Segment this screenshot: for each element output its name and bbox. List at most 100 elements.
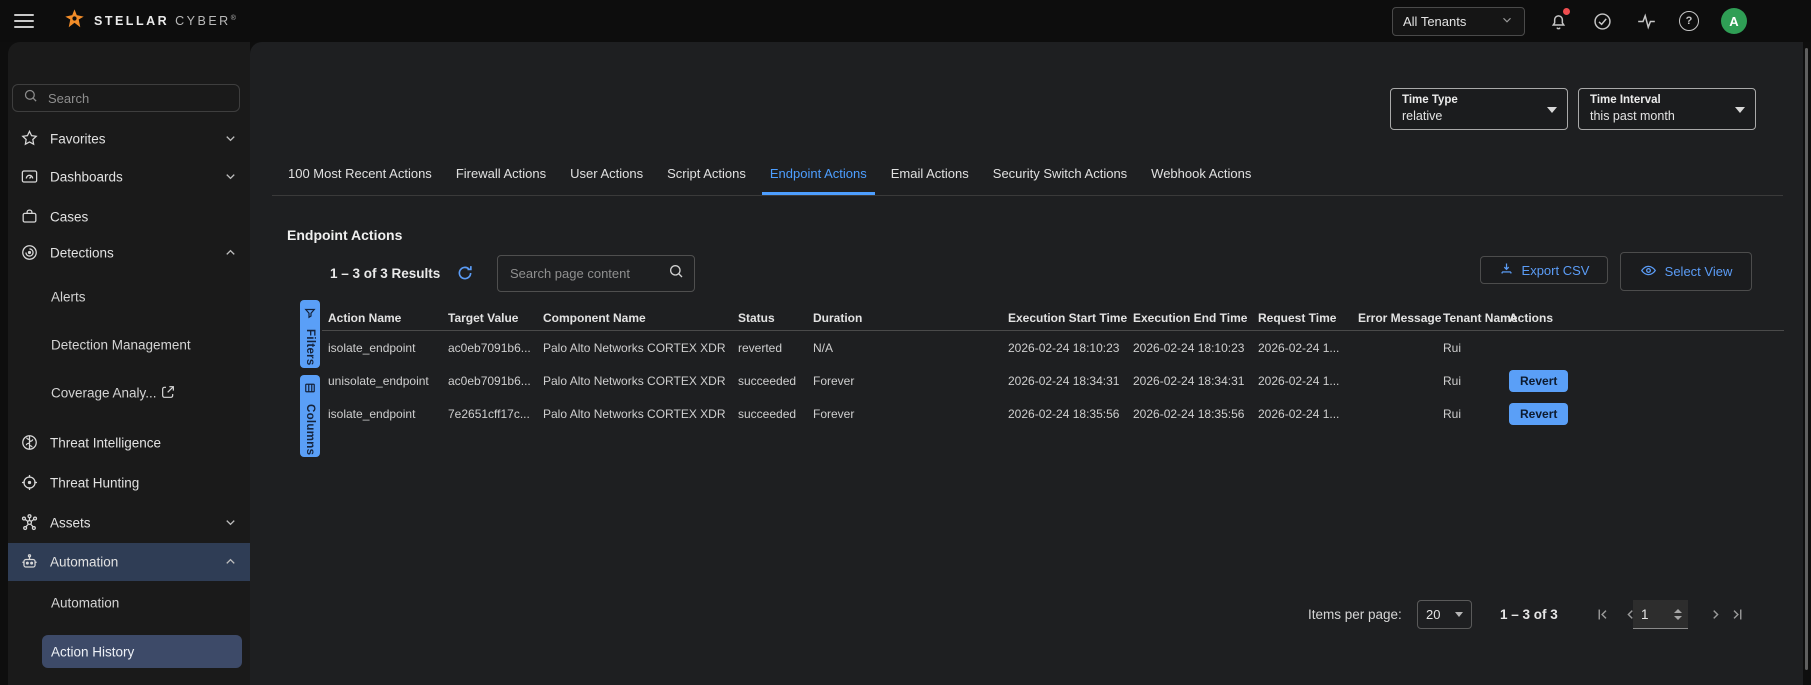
tab-firewall-actions[interactable]: Firewall Actions — [448, 155, 554, 195]
page-content-search-input[interactable] — [508, 265, 660, 282]
col-status[interactable]: Status — [732, 311, 807, 325]
time-interval-select[interactable]: Time Interval this past month — [1578, 88, 1756, 130]
sidebar-item-threat-hunting[interactable]: Threat Hunting — [8, 464, 250, 502]
stellar-star-icon — [64, 8, 85, 34]
col-duration[interactable]: Duration — [807, 311, 1002, 325]
page-title: Endpoint Actions — [287, 227, 402, 243]
sidebar-item-alerts[interactable]: Alerts — [8, 278, 250, 316]
external-link-icon — [160, 384, 176, 405]
last-page-icon[interactable] — [1728, 606, 1745, 623]
main-panel: Time Type relative Time Interval this pa… — [250, 42, 1803, 685]
tenant-selector-value: All Tenants — [1403, 14, 1466, 29]
sidebar-item-detection-management[interactable]: Detection Management — [8, 326, 250, 364]
table-row[interactable]: isolate_endpoint ac0eb7091b6... Palo Alt… — [322, 331, 1784, 364]
columns-panel-button[interactable]: Columns — [300, 375, 320, 457]
next-page-icon[interactable] — [1707, 606, 1724, 623]
filters-panel-button[interactable]: Filters — [300, 300, 320, 368]
radar-icon — [20, 243, 40, 263]
sidebar-item-automation[interactable]: Automation — [8, 543, 250, 581]
sidebar-item-assets[interactable]: Assets — [8, 504, 250, 542]
brand-name: STELLAR CYBER® — [94, 14, 238, 28]
caret-down-icon — [1455, 612, 1463, 617]
caret-down-icon — [1547, 107, 1557, 113]
col-request-time[interactable]: Request Time — [1252, 311, 1352, 325]
sidebar-search[interactable] — [12, 84, 240, 112]
sidebar-item-detections[interactable]: Detections — [8, 234, 250, 272]
page-spinner-icon[interactable] — [1674, 609, 1682, 620]
revert-button[interactable]: Revert — [1509, 403, 1568, 425]
page-number-field[interactable] — [1633, 606, 1667, 623]
network-icon — [20, 513, 40, 533]
sidebar-item-coverage-analysis[interactable]: Coverage Analy... — [8, 374, 250, 412]
tab-security-switch-actions[interactable]: Security Switch Actions — [985, 155, 1135, 195]
brand-logo: STELLAR CYBER® — [64, 8, 238, 34]
items-per-page-select[interactable]: 20 — [1417, 600, 1472, 629]
table-row[interactable]: unisolate_endpoint ac0eb7091b6... Palo A… — [322, 364, 1784, 397]
actions-tab-bar: 100 Most Recent Actions Firewall Actions… — [272, 155, 1783, 196]
chevron-up-icon — [223, 245, 238, 265]
page-number-input[interactable] — [1633, 600, 1688, 629]
results-summary: 1 – 3 of 3 Results — [330, 255, 440, 292]
revert-button[interactable]: Revert — [1509, 370, 1568, 392]
tab-webhook-actions[interactable]: Webhook Actions — [1143, 155, 1259, 195]
chevron-down-icon — [223, 131, 238, 151]
help-icon[interactable]: ? — [1679, 11, 1699, 31]
export-csv-button[interactable]: Export CSV — [1480, 256, 1608, 284]
tab-100-most-recent-actions[interactable]: 100 Most Recent Actions — [280, 155, 440, 195]
time-type-select[interactable]: Time Type relative — [1390, 88, 1568, 130]
sidebar-item-threat-intelligence[interactable]: Threat Intelligence — [8, 424, 250, 462]
items-per-page-label: Items per page: — [1308, 600, 1402, 629]
system-activity-icon[interactable] — [1635, 10, 1657, 32]
refresh-icon[interactable] — [456, 264, 474, 282]
table-row[interactable]: isolate_endpoint 7e2651cff17c... Palo Al… — [322, 397, 1784, 430]
first-page-icon[interactable] — [1595, 606, 1612, 623]
tab-user-actions[interactable]: User Actions — [562, 155, 651, 195]
sidebar-item-cases[interactable]: Cases — [8, 198, 250, 236]
topbar-actions: All Tenants ? A — [1392, 7, 1747, 36]
col-actions[interactable]: Actions — [1503, 311, 1784, 325]
pagination-range: 1 – 3 of 3 — [1500, 600, 1558, 629]
search-icon — [23, 88, 38, 108]
hamburger-menu-icon[interactable] — [14, 14, 34, 28]
vertical-scrollbar[interactable] — [1805, 48, 1808, 670]
col-execution-start-time[interactable]: Execution Start Time — [1002, 311, 1127, 325]
user-avatar[interactable]: A — [1721, 8, 1747, 34]
page-content-search[interactable] — [497, 255, 695, 292]
tab-endpoint-actions[interactable]: Endpoint Actions — [762, 155, 875, 195]
col-action-name[interactable]: Action Name — [322, 311, 442, 325]
sidebar-search-input[interactable] — [46, 90, 229, 107]
actions-cell: Revert — [1503, 370, 1784, 392]
actions-cell: Revert — [1503, 403, 1784, 425]
col-tenant-name[interactable]: Tenant Name — [1437, 311, 1503, 325]
col-error-message[interactable]: Error Message — [1352, 311, 1437, 325]
tasks-check-icon[interactable] — [1591, 10, 1613, 32]
star-icon — [20, 129, 40, 149]
download-icon — [1499, 261, 1514, 279]
search-icon[interactable] — [668, 263, 684, 284]
sidebar-item-favorites[interactable]: Favorites — [8, 120, 250, 158]
sidebar-item-action-history[interactable]: Action History — [42, 635, 242, 668]
eye-icon — [1640, 262, 1657, 282]
caret-down-icon — [1735, 107, 1745, 113]
topbar: STELLAR CYBER® All Tenants ? A — [0, 0, 1811, 42]
sidebar-item-automation-sub[interactable]: Automation — [8, 584, 250, 622]
notifications-bell-icon[interactable] — [1547, 10, 1569, 32]
col-target-value[interactable]: Target Value — [442, 311, 537, 325]
chevron-down-icon — [223, 169, 238, 189]
notification-dot — [1563, 8, 1570, 15]
action-history-page: STELLAR CYBER® All Tenants ? A — [0, 0, 1811, 685]
briefcase-icon — [20, 207, 40, 227]
col-execution-end-time[interactable]: Execution End Time — [1127, 311, 1252, 325]
tenant-selector[interactable]: All Tenants — [1392, 7, 1525, 36]
tab-script-actions[interactable]: Script Actions — [659, 155, 754, 195]
col-component-name[interactable]: Component Name — [537, 311, 732, 325]
select-view-button[interactable]: Select View — [1620, 252, 1752, 291]
brain-icon — [20, 433, 40, 453]
sidebar: Favorites Dashboards Cases Detections Al… — [8, 42, 250, 685]
chevron-down-icon — [1500, 13, 1514, 30]
tab-email-actions[interactable]: Email Actions — [883, 155, 977, 195]
chevron-up-icon — [223, 554, 238, 574]
columns-icon — [304, 381, 316, 399]
chevron-down-icon — [223, 515, 238, 535]
sidebar-item-dashboards[interactable]: Dashboards — [8, 158, 250, 196]
